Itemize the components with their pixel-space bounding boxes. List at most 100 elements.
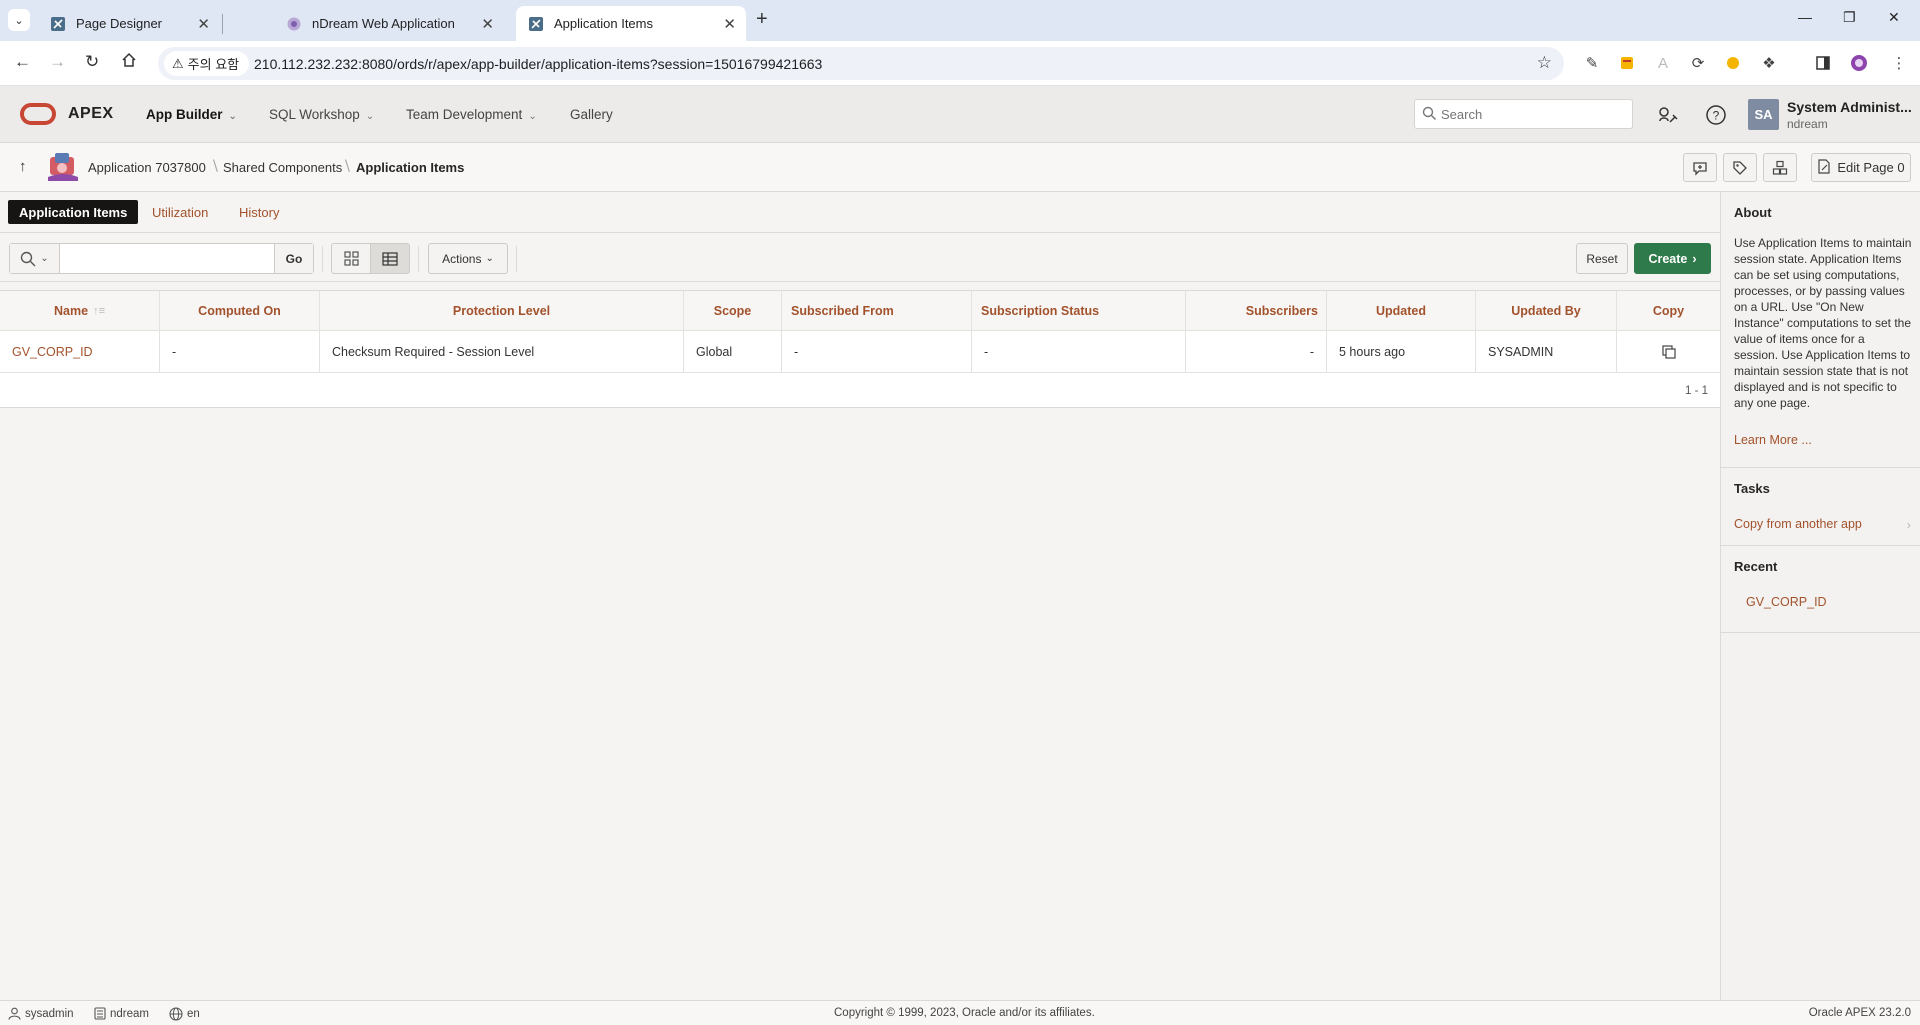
toolbar-divider: [516, 246, 517, 272]
chevron-down-icon: ⌄: [485, 253, 494, 264]
administration-wrench-icon[interactable]: [1655, 103, 1679, 127]
extension-notes-icon[interactable]: [1618, 54, 1636, 72]
side-panel-icon[interactable]: [1814, 54, 1832, 72]
column-header-subscribers[interactable]: Subscribers: [1186, 291, 1327, 331]
extensions-puzzle-icon[interactable]: ❖: [1760, 54, 1778, 72]
close-window-icon[interactable]: ✕: [1888, 9, 1900, 26]
header-search[interactable]: [1414, 99, 1633, 129]
cell-protection-level: Checksum Required - Session Level: [320, 331, 684, 373]
new-tab-plus-icon[interactable]: +: [756, 8, 768, 31]
report-view-button[interactable]: [370, 243, 410, 274]
breadcrumb-application[interactable]: Application 7037800: [88, 160, 206, 175]
task-copy-from-app[interactable]: Copy from another app ›: [1721, 517, 1920, 537]
browser-tab-application-items[interactable]: Application Items ✕: [516, 6, 746, 41]
close-tab-icon[interactable]: ✕: [197, 15, 210, 33]
edit-page-button[interactable]: Edit Page 0: [1811, 153, 1911, 182]
close-tab-icon[interactable]: ✕: [723, 15, 736, 33]
avatar[interactable]: SA: [1748, 99, 1779, 130]
breadcrumb: ↑ Application 7037800 ∖ Shared Component…: [0, 143, 1920, 192]
tag-icon[interactable]: [1723, 153, 1757, 182]
sidebar-divider: [1721, 632, 1920, 633]
cell-updated: 5 hours ago: [1327, 331, 1476, 373]
menu-sql-workshop[interactable]: SQL Workshop ⌄: [269, 107, 374, 122]
tab-history[interactable]: History: [228, 200, 290, 224]
chevron-down-icon: ⌄: [228, 111, 237, 122]
cell-subscription-status: -: [972, 331, 1186, 373]
feedback-icon[interactable]: [1683, 153, 1717, 182]
chevron-down-icon: ⌄: [40, 253, 49, 264]
extension-refresh-icon[interactable]: ⟳: [1689, 54, 1707, 72]
close-tab-icon[interactable]: ✕: [481, 15, 494, 33]
reset-button[interactable]: Reset: [1576, 243, 1628, 274]
go-button[interactable]: Go: [274, 244, 313, 273]
menu-app-builder[interactable]: App Builder ⌄: [146, 107, 237, 122]
edit-page-icon: [1817, 158, 1831, 177]
extension-sun-icon[interactable]: [1724, 54, 1742, 72]
svg-text:?: ?: [1713, 109, 1720, 123]
browser-tab-ndream[interactable]: nDream Web Application ✕: [274, 6, 504, 41]
task-label: Copy from another app: [1734, 517, 1862, 531]
tab-search-chevron-icon[interactable]: ⌄: [8, 9, 30, 31]
user-name[interactable]: System Administ...: [1787, 99, 1912, 115]
column-header-protection-level[interactable]: Protection Level: [320, 291, 684, 331]
icon-view-button[interactable]: [331, 243, 371, 274]
apex-logo-text[interactable]: APEX: [68, 105, 114, 123]
tab-application-items[interactable]: Application Items: [8, 200, 139, 224]
breadcrumb-shared-components[interactable]: Shared Components: [223, 160, 342, 175]
application-icon[interactable]: [46, 151, 80, 183]
profile-icon[interactable]: [1850, 54, 1868, 72]
copy-item-button[interactable]: [1617, 331, 1720, 373]
chevron-down-icon: ⌄: [365, 111, 375, 122]
up-arrow-icon[interactable]: ↑: [19, 158, 27, 175]
shared-components-icon[interactable]: [1763, 153, 1797, 182]
table-row: GV_CORP_ID - Checksum Required - Session…: [0, 331, 1720, 373]
chevron-right-icon: ›: [1692, 251, 1697, 266]
header-search-input[interactable]: [1441, 105, 1626, 123]
ndream-tab-icon: [286, 16, 302, 32]
column-header-name[interactable]: Name ↑≡: [0, 291, 160, 331]
footer-user[interactable]: sysadmin: [8, 1007, 74, 1020]
chevron-down-icon: ⌄: [528, 111, 537, 122]
extension-font-icon[interactable]: A: [1654, 54, 1672, 72]
browser-menu-icon[interactable]: ⋮: [1890, 54, 1908, 72]
reload-icon[interactable]: ↻: [85, 52, 99, 72]
footer: sysadmin ndream en Copyright © 1999, 202…: [0, 1000, 1920, 1025]
oracle-logo-icon[interactable]: [20, 103, 56, 125]
back-arrow-icon[interactable]: ←: [14, 52, 31, 72]
recent-item-link[interactable]: GV_CORP_ID: [1746, 595, 1827, 609]
footer-workspace[interactable]: ndream: [94, 1007, 149, 1020]
restore-window-icon[interactable]: ❐: [1843, 9, 1856, 26]
minimize-window-icon[interactable]: —: [1798, 9, 1812, 25]
report-header: Name ↑≡ Computed On Protection Level Sco…: [0, 291, 1720, 331]
home-icon[interactable]: [121, 52, 137, 73]
footer-language[interactable]: en: [169, 1007, 200, 1021]
report-toolbar: ⌄ Go Actions ⌄ Reset Create ›: [0, 234, 1720, 282]
item-name-link[interactable]: GV_CORP_ID: [0, 331, 160, 373]
bookmark-star-icon[interactable]: ☆: [1537, 53, 1552, 73]
security-warning-chip[interactable]: ⚠ 주의 요함: [164, 51, 250, 76]
tab-utilization[interactable]: Utilization: [141, 200, 219, 224]
column-header-updated-by[interactable]: Updated By: [1476, 291, 1617, 331]
menu-gallery[interactable]: Gallery: [570, 107, 613, 122]
browser-tab-page-designer[interactable]: Page Designer ✕: [38, 6, 220, 41]
footer-workspace-label: ndream: [110, 1007, 149, 1020]
eyedropper-icon[interactable]: ✎: [1583, 54, 1601, 72]
globe-icon: [169, 1007, 183, 1021]
column-header-updated[interactable]: Updated: [1327, 291, 1476, 331]
omnibox[interactable]: ⚠ 주의 요함 210.112.232.232:8080/ords/r/apex…: [158, 47, 1564, 80]
learn-more-link[interactable]: Learn More ...: [1734, 433, 1812, 447]
search-column-selector[interactable]: ⌄: [10, 244, 60, 273]
forward-arrow-icon[interactable]: →: [49, 52, 66, 72]
menu-team-development[interactable]: Team Development ⌄: [406, 107, 537, 122]
search-input[interactable]: [66, 250, 276, 267]
create-button[interactable]: Create ›: [1634, 243, 1711, 274]
column-header-computed-on[interactable]: Computed On: [160, 291, 320, 331]
url-text[interactable]: 210.112.232.232:8080/ords/r/apex/app-bui…: [254, 56, 822, 72]
help-icon[interactable]: ?: [1704, 103, 1728, 127]
column-header-subscription-status[interactable]: Subscription Status: [972, 291, 1186, 331]
column-header-scope[interactable]: Scope: [684, 291, 782, 331]
sidebar-divider: [1721, 545, 1920, 546]
actions-menu-button[interactable]: Actions ⌄: [428, 243, 508, 274]
apex-tab-icon: [50, 16, 66, 32]
column-header-subscribed-from[interactable]: Subscribed From: [782, 291, 972, 331]
